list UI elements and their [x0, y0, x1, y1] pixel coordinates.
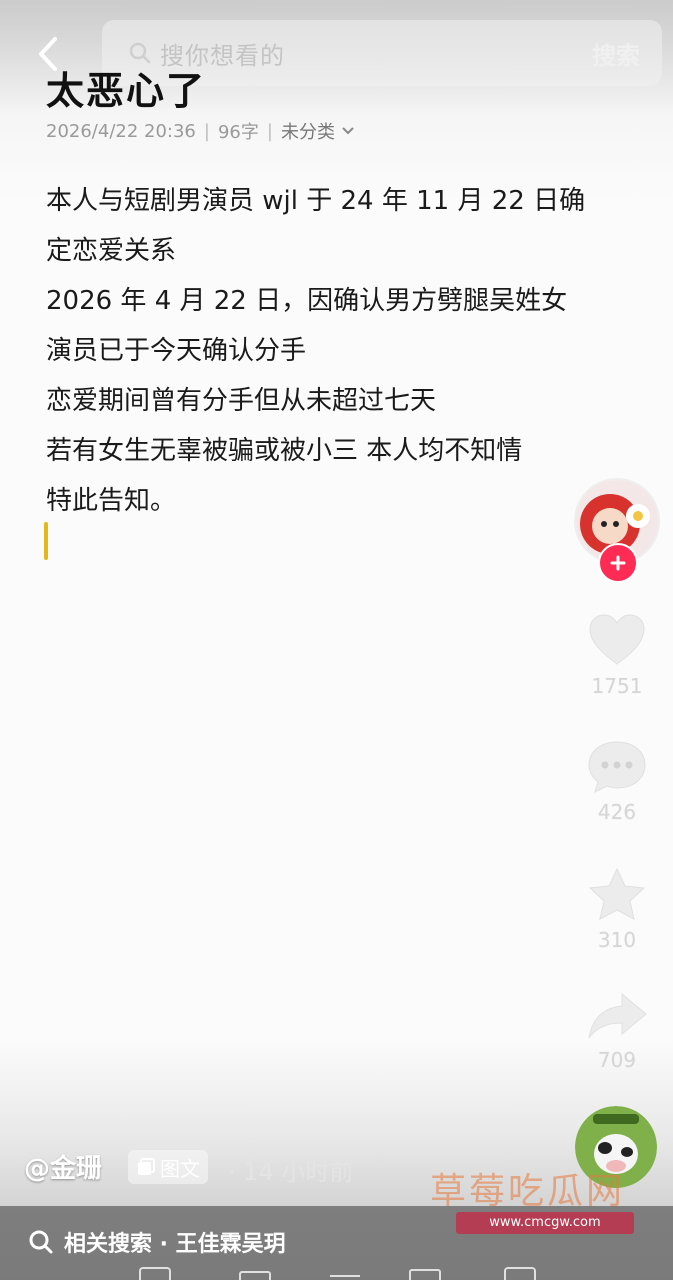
- note-body: 本人与短剧男演员 wjl 于 24 年 11 月 22 日确 定恋爱关系 202…: [46, 176, 616, 526]
- post-type-label: 图文: [160, 1156, 200, 1181]
- heart-icon: [589, 614, 645, 665]
- favorite-action[interactable]: 310: [578, 866, 656, 952]
- comment-count: 426: [597, 800, 637, 824]
- note-title: 太恶心了: [46, 69, 207, 113]
- related-search-label: 相关搜索 · 王佳霖吴玥: [64, 1232, 286, 1257]
- share-action[interactable]: 709: [578, 990, 656, 1072]
- category-selector[interactable]: 未分类: [281, 118, 355, 144]
- post-type-badge: 图文: [128, 1150, 208, 1184]
- body-line: 特此告知。: [46, 486, 177, 516]
- bottom-toolbar-icons: [139, 1267, 536, 1280]
- like-count: 1751: [591, 674, 643, 698]
- note-meta: 2026/4/22 20:36 | 96字 | 未分类: [46, 118, 355, 144]
- meta-divider: |: [266, 120, 273, 142]
- follow-button[interactable]: [598, 543, 638, 583]
- comment-action[interactable]: 426: [578, 738, 656, 824]
- body-line: 本人与短剧男演员 wjl 于 24 年 11 月 22 日确: [46, 186, 586, 216]
- related-search-content: 相关搜索 · 王佳霖吴玥: [28, 1226, 286, 1258]
- share-icon: [588, 992, 647, 1039]
- text-cursor: [44, 522, 48, 560]
- post-time: · 14 小时前: [228, 1158, 354, 1186]
- like-action[interactable]: 1751: [578, 612, 656, 698]
- note-date: 2026/4/22 20:36: [46, 120, 196, 142]
- bottom-toolbar-partial: [0, 1262, 673, 1280]
- image-text-icon: [138, 1158, 155, 1175]
- body-line: 2026 年 4 月 22 日，因确认男方劈腿吴姓女: [46, 286, 568, 316]
- body-line: 恋爱期间曾有分手但从未超过七天: [46, 386, 437, 416]
- favorite-count: 310: [597, 928, 637, 952]
- comment-icon: [588, 741, 646, 793]
- meta-divider: |: [203, 120, 210, 142]
- star-icon: [588, 867, 646, 920]
- body-line: 定恋爱关系: [46, 236, 177, 266]
- body-line: 若有女生无辜被骗或被小三 本人均不知情: [46, 436, 523, 466]
- category-label: 未分类: [280, 122, 335, 143]
- plus-icon: [610, 555, 626, 571]
- share-count: 709: [597, 1048, 637, 1072]
- word-count: 96字: [217, 122, 259, 143]
- author-name[interactable]: @金珊: [24, 1148, 102, 1185]
- watermark-url: www.cmcgw.com: [456, 1212, 634, 1234]
- search-icon: [29, 1230, 53, 1254]
- search-button[interactable]: 搜索: [592, 36, 640, 71]
- chevron-down-icon: [342, 127, 354, 135]
- note-page: 搜你想看的 搜索 太恶心了 2026/4/22 20:36 | 96字 | 未分…: [0, 0, 673, 1280]
- body-line: 演员已于今天确认分手: [46, 336, 307, 366]
